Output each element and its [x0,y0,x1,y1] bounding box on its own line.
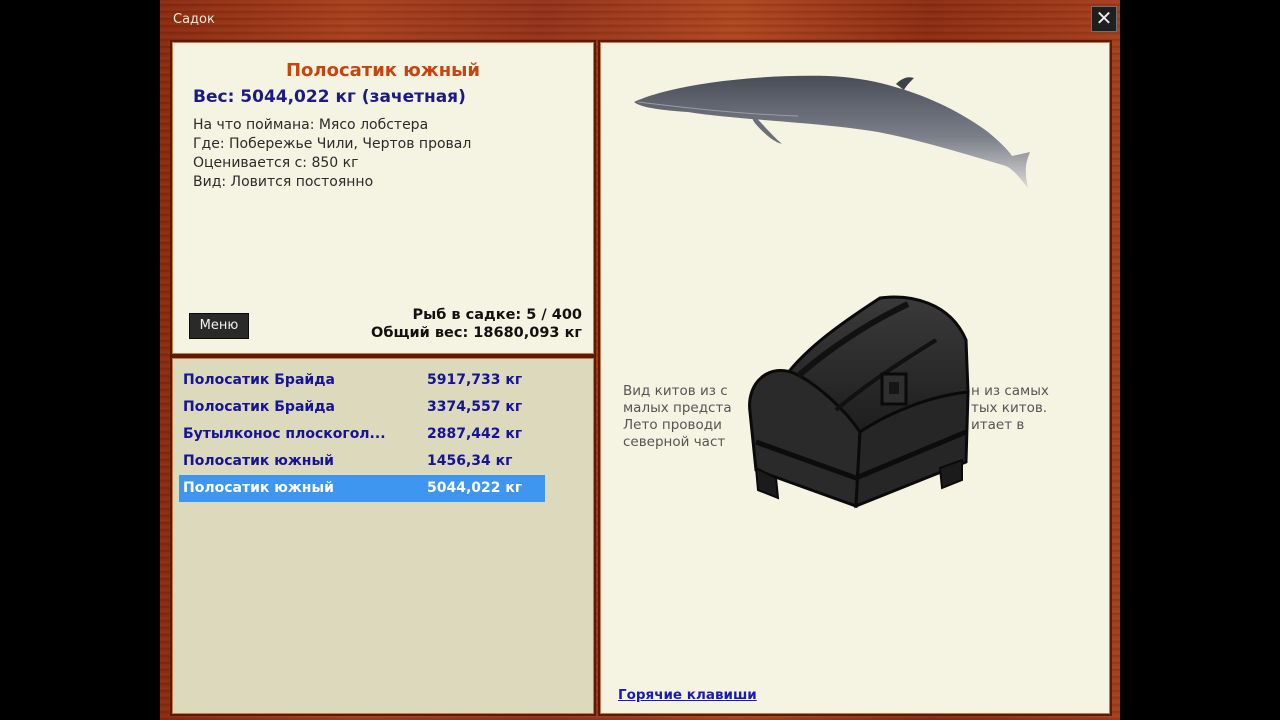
list-item-name: Полосатик южный [183,453,334,469]
description-line-right: н из самых [971,383,1049,399]
whale-image [634,75,1030,188]
fish-count: Рыб в садке: 5 / 400 [412,307,583,323]
list-item[interactable]: Полосатик южный 1456,34 кг [179,448,545,475]
list-item-weight: 5917,733 кг [427,372,523,388]
list-item-name: Полосатик Брайда [183,372,335,388]
total-weight: Общий вес: 18680,093 кг [371,325,582,341]
fish-picture-panel: Вид китов из с малых предста Лето провод… [598,40,1112,716]
fish-weight: Вес: 5044,022 кг (зачетная) [193,87,466,107]
list-item-weight: 3374,557 кг [427,399,523,415]
menu-button[interactable]: Меню [189,313,249,339]
fish-info-panel: Полосатик южный Вес: 5044,022 кг (зачетн… [170,40,596,356]
detail-bait: На что поймана: Мясо лобстера [193,117,429,133]
list-item-weight: 5044,022 кг [427,480,523,496]
list-item-name: Полосатик южный [183,480,334,496]
catch-list-panel: Полосатик Брайда 5917,733 кг Полосатик Б… [170,356,596,716]
list-item[interactable]: Полосатик Брайда 3374,557 кг [179,394,545,421]
list-item[interactable]: Бутылконос плоскогол... 2887,442 кг [179,421,545,448]
treasure-chest-icon[interactable] [740,292,975,512]
description-line-right: итает в [971,417,1025,433]
fish-name: Полосатик южный [285,60,481,81]
title-bar: Садок ✕ [160,0,1120,36]
list-item[interactable]: Полосатик Брайда 5917,733 кг [179,367,545,394]
fish-keeper-window: Садок ✕ Полосатик южный Вес: 5044,022 кг… [160,0,1120,720]
list-item-selected[interactable]: Полосатик южный 5044,022 кг [179,475,545,502]
detail-location: Где: Побережье Чили, Чертов провал [193,136,472,152]
list-item-name: Полосатик Брайда [183,399,335,415]
list-item-weight: 1456,34 кг [427,453,513,469]
description-line-right: тых китов. [971,400,1048,416]
hotkeys-link[interactable]: Горячие клавиши [618,687,757,703]
detail-rating: Оценивается с: 850 кг [193,155,359,171]
window-title: Садок [173,12,215,27]
detail-kind: Вид: Ловится постоянно [193,174,374,190]
list-item-weight: 2887,442 кг [427,426,523,442]
list-item-name: Бутылконос плоскогол... [183,426,386,442]
close-icon[interactable]: ✕ [1091,6,1117,32]
